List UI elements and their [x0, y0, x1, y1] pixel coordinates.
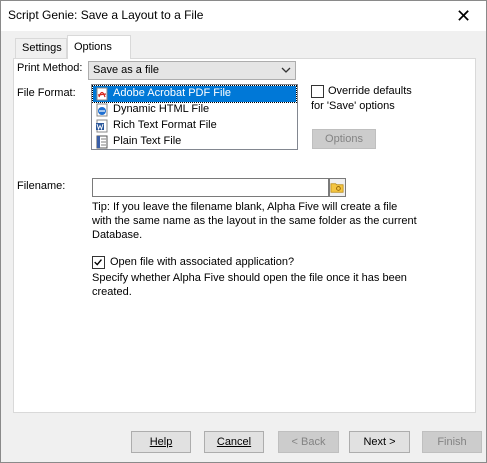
print-method-label: Print Method: [17, 62, 83, 74]
filename-label: Filename: [17, 180, 66, 192]
dialog-window: Script Genie: Save a Layout to a File ✕ … [0, 0, 487, 463]
override-defaults-label: Override defaults [328, 85, 412, 97]
list-item-label: Adobe Acrobat PDF File [113, 87, 232, 99]
tab-options[interactable]: Options [67, 35, 131, 59]
help-button-label: Help [149, 436, 173, 448]
override-defaults-label-2: for 'Save' options [311, 100, 395, 112]
list-item-label: Plain Text File [113, 135, 182, 147]
filename-input[interactable] [92, 178, 329, 197]
next-button-label: Next > [363, 436, 396, 448]
file-format-label: File Format: [17, 87, 76, 99]
back-button-label: < Back [291, 436, 326, 448]
file-format-list[interactable]: Adobe Acrobat PDF File Dynamic HTML File… [91, 84, 298, 150]
back-button[interactable]: < Back [278, 431, 339, 453]
help-button[interactable]: Help [131, 431, 191, 453]
filename-tip-line-1: Tip: If you leave the filename blank, Al… [92, 201, 398, 213]
window-title: Script Genie: Save a Layout to a File [8, 8, 204, 22]
title-bar: Script Genie: Save a Layout to a File ✕ [1, 1, 486, 31]
folder-icon [330, 183, 344, 193]
list-item-label: Dynamic HTML File [113, 103, 210, 115]
cancel-button[interactable]: Cancel [204, 431, 264, 453]
list-item-text[interactable]: Plain Text File [93, 134, 296, 150]
close-icon[interactable]: ✕ [441, 1, 486, 31]
finish-button-label: Finish [437, 436, 467, 448]
list-item-rtf[interactable]: Rich Text Format File [93, 118, 296, 134]
word-file-icon [96, 119, 108, 133]
filename-tip-line-3: Database. [92, 229, 143, 241]
list-item-label: Rich Text Format File [113, 119, 217, 131]
print-method-select[interactable]: Save as a file [88, 61, 296, 80]
cancel-button-label: Cancel [216, 436, 252, 448]
html-file-icon [96, 103, 108, 117]
pdf-file-icon [96, 87, 108, 101]
options-button[interactable]: Options [312, 129, 376, 149]
open-file-label: Open file with associated application? [110, 256, 295, 268]
override-defaults-checkbox[interactable] [311, 85, 324, 98]
tab-settings[interactable]: Settings [15, 38, 67, 58]
open-file-desc-line-1: Specify whether Alpha Five should open t… [92, 272, 407, 284]
list-item-html[interactable]: Dynamic HTML File [93, 102, 296, 118]
chevron-down-icon [281, 67, 291, 73]
options-button-label: Options [325, 133, 363, 145]
list-item-pdf[interactable]: Adobe Acrobat PDF File [92, 85, 297, 103]
print-method-value: Save as a file [93, 64, 160, 76]
checkmark-icon [94, 259, 102, 266]
open-file-checkbox[interactable] [92, 256, 105, 269]
open-file-desc-line-2: created. [92, 286, 132, 298]
finish-button[interactable]: Finish [422, 431, 482, 453]
filename-tip-line-2: with the same name as the layout in the … [92, 215, 417, 227]
browse-folder-button[interactable] [329, 178, 346, 197]
text-file-icon [96, 135, 108, 149]
next-button[interactable]: Next > [349, 431, 410, 453]
